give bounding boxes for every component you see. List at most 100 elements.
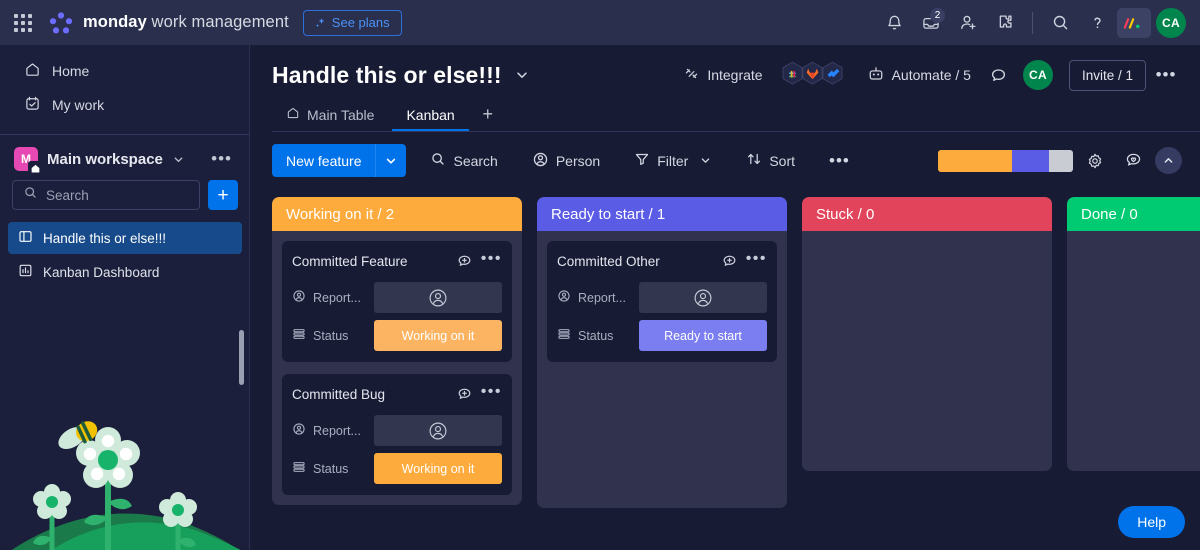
chevron-down-icon[interactable] [172, 153, 185, 166]
kanban-column-header[interactable]: Ready to start / 1 [537, 197, 787, 231]
chat-heart-icon[interactable] [1117, 145, 1149, 177]
inbox-icon[interactable]: 2 [914, 6, 948, 40]
workspace-selector[interactable]: M Main workspace ••• [0, 135, 250, 180]
sidebar-item-kanban-dashboard[interactable]: Kanban Dashboard [8, 256, 242, 288]
person-icon [292, 422, 306, 439]
help-button[interactable]: Help [1118, 506, 1185, 538]
search-label: Search [453, 152, 498, 169]
card-field-label-text: Report... [578, 290, 626, 305]
person-label: Person [555, 152, 601, 169]
person-placeholder-icon [694, 289, 712, 306]
robot-icon [867, 65, 885, 86]
kanban-column-header[interactable]: Working on it / 2 [272, 197, 522, 231]
comment-bubble-icon[interactable] [983, 59, 1015, 91]
status-segment-empty [1048, 149, 1073, 172]
sidebar-board-label: Kanban Dashboard [43, 264, 160, 280]
card-status-value[interactable]: Working on it [374, 453, 502, 484]
monday-brand-logo[interactable]: monday work management [48, 10, 289, 36]
add-person-icon[interactable] [951, 6, 985, 40]
new-feature-button[interactable]: New feature [272, 144, 407, 177]
automate-button[interactable]: Automate / 5 [859, 60, 979, 90]
person-placeholder-icon [429, 422, 447, 439]
kanban-card[interactable]: Committed Bug ••• Report... Status Worki… [282, 374, 512, 495]
add-comment-icon[interactable] [456, 253, 473, 270]
kanban-column-stuck: Stuck / 0 [802, 197, 1052, 471]
question-mark-icon[interactable] [1080, 6, 1114, 40]
add-board-button[interactable]: + [208, 180, 238, 210]
funnel-icon [634, 151, 650, 170]
card-field-label-text: Status [313, 461, 349, 476]
card-person-value[interactable] [374, 282, 502, 313]
card-status-value[interactable]: Working on it [374, 320, 502, 351]
card-person-value[interactable] [639, 282, 767, 313]
tab-kanban[interactable]: Kanban [392, 100, 469, 132]
tab-kanban-label: Kanban [406, 106, 455, 123]
add-view-button[interactable]: + [473, 100, 503, 132]
chevron-down-icon[interactable] [376, 144, 407, 177]
collapse-toolbar-button[interactable] [1155, 147, 1182, 174]
chevron-down-icon[interactable] [699, 154, 712, 167]
sidebar-item-home[interactable]: Home [8, 54, 242, 87]
apps-grid-icon[interactable] [10, 10, 36, 36]
board-more-options-icon[interactable]: ••• [1150, 59, 1182, 91]
board-title-row: Handle this or else!!! Integrate Automat… [272, 59, 1182, 91]
person-icon [532, 151, 549, 171]
puzzle-icon[interactable] [988, 6, 1022, 40]
monday-app-window: monday work management See plans 2 CA Ho… [0, 0, 1200, 550]
kanban-column-header[interactable]: Stuck / 0 [802, 197, 1052, 231]
avatar[interactable]: CA [1156, 7, 1186, 38]
monday-logo-mark-icon[interactable] [1117, 7, 1151, 38]
gear-icon[interactable] [1079, 145, 1111, 177]
kanban-card[interactable]: Committed Feature ••• Report... Status W… [282, 241, 512, 362]
bell-icon[interactable] [877, 6, 911, 40]
card-more-options-icon[interactable]: ••• [746, 251, 767, 271]
dashboard-icon [18, 263, 33, 281]
see-plans-button[interactable]: See plans [302, 9, 402, 36]
sidebar-scrollbar[interactable] [239, 330, 244, 385]
card-field-label-text: Report... [313, 423, 361, 438]
board-member-avatar[interactable]: CA [1022, 60, 1053, 90]
workspace-avatar: M [14, 147, 42, 175]
chevron-down-icon[interactable] [514, 67, 530, 83]
sidebar-item-my-work[interactable]: My work [8, 88, 242, 121]
card-title: Committed Bug [292, 386, 386, 402]
search-input[interactable] [46, 187, 189, 203]
add-comment-icon[interactable] [456, 386, 473, 403]
status-icon [557, 327, 571, 344]
add-comment-icon[interactable] [721, 253, 738, 270]
card-person-value[interactable] [374, 415, 502, 446]
card-header: Committed Bug ••• [292, 384, 502, 404]
search-input-wrapper[interactable] [12, 180, 200, 210]
toolbar-more-options-icon[interactable]: ••• [819, 145, 860, 176]
inbox-badge: 2 [930, 7, 945, 23]
card-header: Committed Other ••• [557, 251, 767, 271]
card-more-options-icon[interactable]: ••• [481, 251, 502, 271]
kanban-column-title: Ready to start / 1 [551, 205, 666, 223]
workspace-more-options-icon[interactable]: ••• [211, 149, 238, 169]
page-title[interactable]: Handle this or else!!! [272, 62, 502, 89]
sort-label: Sort [769, 152, 796, 169]
person-button[interactable]: Person [522, 145, 610, 176]
sidebar-item-handle-this-or-else[interactable]: Handle this or else!!! [8, 222, 242, 254]
invite-button[interactable]: Invite / 1 [1068, 59, 1146, 91]
kanban-card[interactable]: Committed Other ••• Report... Status Rea… [547, 241, 777, 362]
kanban-column-header[interactable]: Done / 0 [1067, 197, 1200, 231]
search-button[interactable]: Search [420, 145, 507, 176]
search-icon[interactable] [1043, 6, 1077, 40]
filter-button[interactable]: Filter [624, 145, 722, 176]
card-field-row: Status Working on it [292, 320, 502, 351]
jira-app-icon[interactable] [820, 61, 845, 89]
sort-button[interactable]: Sort [736, 145, 805, 176]
card-field-row: Report... [292, 415, 502, 446]
card-field-row: Report... [292, 282, 502, 313]
status-segment-ready-to-start [1012, 149, 1049, 172]
tab-main-table[interactable]: Main Table [272, 100, 388, 132]
status-distribution-bar[interactable] [938, 149, 1073, 172]
board-view-tabs: Main Table Kanban + [272, 100, 1200, 132]
filter-label: Filter [657, 152, 689, 169]
kanban-column-body: Committed Other ••• Report... Status Rea… [537, 231, 787, 508]
workspace-name[interactable]: Main workspace [47, 151, 163, 168]
card-more-options-icon[interactable]: ••• [481, 384, 502, 404]
card-status-value[interactable]: Ready to start [639, 320, 767, 351]
integrate-button[interactable]: Integrate [675, 60, 770, 90]
